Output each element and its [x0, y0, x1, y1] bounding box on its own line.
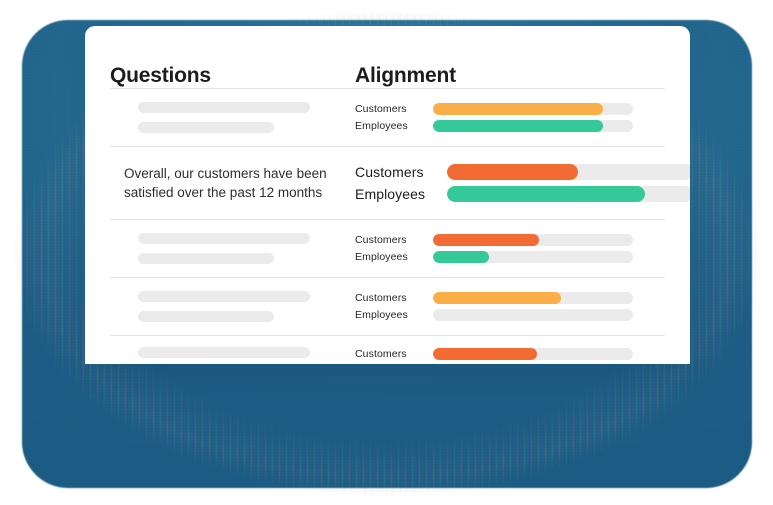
employees-bar-line: Employees	[355, 186, 690, 202]
question-placeholder-line	[138, 311, 274, 322]
customers-label: Customers	[355, 164, 424, 180]
question-placeholder-line	[138, 233, 310, 244]
customers-label: Customers	[355, 292, 407, 304]
employees-bar-track	[433, 120, 633, 132]
question-cell	[110, 233, 355, 264]
employees-bar-track	[433, 251, 633, 263]
customers-bar-track	[433, 292, 633, 304]
card-content: Questions Alignment Customers Employees …	[85, 26, 690, 364]
customers-bar-fill	[433, 234, 539, 246]
employees-label: Employees	[355, 186, 426, 202]
screenshot-stage: Questions Alignment Customers Employees …	[0, 0, 773, 505]
question-cell: Overall, our customers have been satisfi…	[110, 164, 355, 202]
question-placeholder-line	[138, 102, 310, 113]
employees-bar-line: Employees	[355, 251, 665, 263]
customers-bar-fill	[433, 348, 537, 360]
alignment-title: Alignment	[355, 64, 456, 87]
question-cell	[110, 347, 355, 364]
employees-bar-fill	[447, 186, 645, 202]
bar-group: Customers Employees	[355, 103, 665, 132]
employees-bar-track	[447, 186, 690, 202]
page-title: Questions	[110, 64, 211, 87]
customers-bar-line: Customers	[355, 103, 665, 115]
customers-bar-track	[433, 234, 633, 246]
employees-label: Employees	[355, 120, 408, 132]
question-placeholder-line	[138, 122, 274, 133]
alignment-cell: Customers Employees	[355, 103, 665, 132]
customers-bar-fill	[433, 103, 603, 115]
employees-label: Employees	[355, 309, 408, 321]
alignment-cell: Customers Employees	[355, 164, 690, 202]
card-header: Questions Alignment	[110, 26, 665, 88]
customers-bar-line: Customers	[355, 234, 665, 246]
employees-bar-fill	[433, 120, 603, 132]
customers-bar-fill	[433, 292, 561, 304]
employees-bar-line: Employees	[355, 120, 665, 132]
customers-bar-track	[433, 348, 633, 360]
questions-column-header: Questions	[110, 64, 355, 88]
customers-bar-line: Customers	[355, 348, 665, 360]
alignment-card: Questions Alignment Customers Employees …	[85, 26, 690, 364]
table-row[interactable]: Customers Employees	[110, 278, 665, 335]
alignment-cell: Customers Employees	[355, 292, 665, 321]
table-row[interactable]: Customers Employees	[110, 336, 665, 364]
table-row[interactable]: Customers Employees	[110, 89, 665, 146]
employees-label: Employees	[355, 251, 408, 263]
bar-group: Customers Employees	[355, 164, 690, 202]
bar-group: Customers Employees	[355, 292, 665, 321]
question-placeholder-line	[138, 253, 274, 264]
question-cell	[110, 291, 355, 322]
table-row-featured[interactable]: Overall, our customers have been satisfi…	[110, 147, 690, 219]
question-placeholder-line	[138, 347, 310, 358]
customers-label: Customers	[355, 234, 407, 246]
alignment-column-header: Alignment	[355, 64, 456, 88]
customers-bar-track	[447, 164, 690, 180]
question-text: Overall, our customers have been satisfi…	[124, 166, 327, 200]
question-placeholder-line	[138, 291, 310, 302]
customers-label: Customers	[355, 348, 407, 360]
customers-bar-line: Customers	[355, 164, 690, 180]
customers-bar-fill	[447, 164, 578, 180]
alignment-cell: Customers Employees	[355, 234, 665, 263]
question-cell	[110, 102, 355, 133]
employees-bar-line: Employees	[355, 309, 665, 321]
bar-group: Customers Employees	[355, 234, 665, 263]
employees-bar-fill	[433, 251, 489, 263]
table-row[interactable]: Customers Employees	[110, 220, 665, 277]
customers-bar-line: Customers	[355, 292, 665, 304]
alignment-cell: Customers Employees	[355, 348, 665, 364]
customers-label: Customers	[355, 103, 407, 115]
employees-bar-track	[433, 309, 633, 321]
customers-bar-track	[433, 103, 633, 115]
bar-group: Customers Employees	[355, 348, 665, 364]
